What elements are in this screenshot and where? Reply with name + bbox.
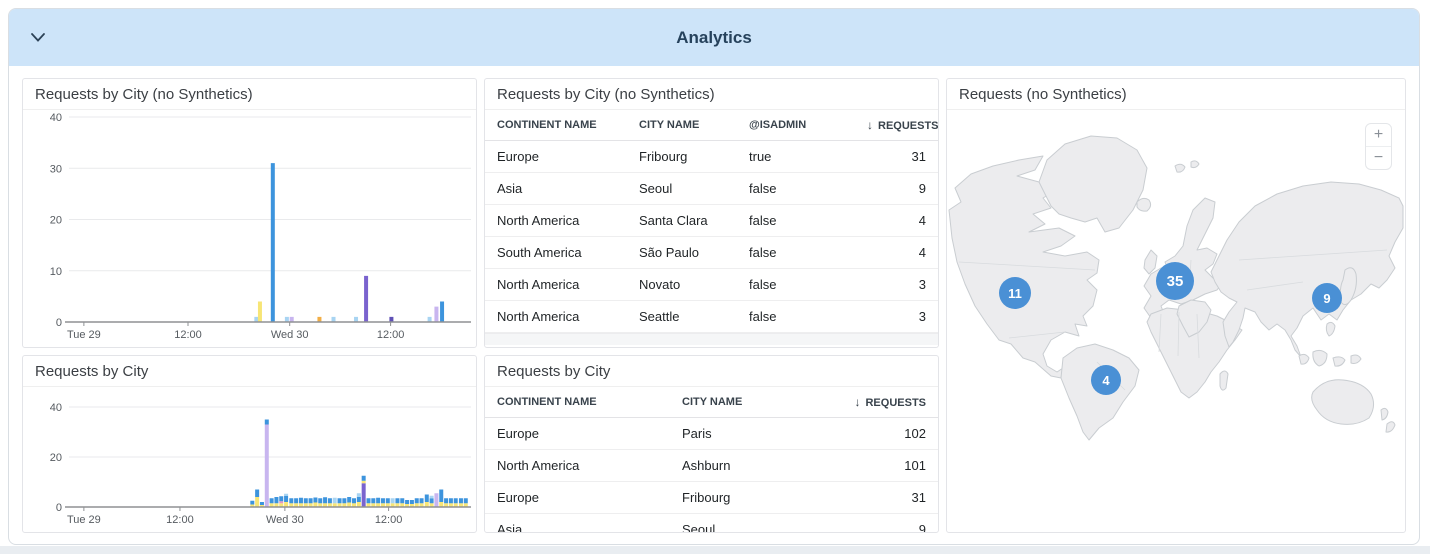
map-bubble[interactable]: 9 (1312, 283, 1342, 313)
map-bubble[interactable]: 11 (999, 277, 1031, 309)
panel-title: Requests by City (no Synthetics) (23, 79, 476, 110)
map-bubble[interactable]: 35 (1156, 262, 1194, 300)
panel-title: Requests by City (485, 356, 938, 387)
svg-text:35: 35 (1167, 273, 1184, 290)
svg-text:12:00: 12:00 (375, 514, 403, 526)
table-row[interactable]: Europe Fribourg true 31 (485, 141, 938, 173)
svg-text:40: 40 (50, 402, 62, 414)
panel-title: Requests (no Synthetics) (947, 79, 1405, 110)
svg-text:Wed 30: Wed 30 (271, 329, 309, 341)
column-header-city[interactable]: CITY NAME (627, 110, 737, 141)
table-scroll-hint (485, 333, 938, 345)
svg-text:Tue 29: Tue 29 (67, 514, 101, 526)
svg-text:9: 9 (1323, 291, 1330, 306)
column-header-requests-sorted[interactable]: ↓REQUESTS (855, 110, 938, 141)
svg-text:11: 11 (1008, 286, 1022, 301)
table-row[interactable]: Europe Paris 102 (485, 418, 938, 450)
svg-text:12:00: 12:00 (174, 329, 202, 341)
world-map-canvas[interactable]: 11 35 9 4 (947, 110, 1405, 530)
table-header-row: CONTINENT NAME CITY NAME @ISADMIN ↓REQUE… (485, 110, 938, 141)
panel-chart-requests-by-city: Requests by City 0 20 40 Tue 29 12:00 Wed 30 1… (22, 355, 477, 533)
svg-text:12:00: 12:00 (377, 329, 405, 341)
svg-text:30: 30 (50, 163, 62, 175)
svg-text:12:00: 12:00 (166, 514, 194, 526)
requests-table: CONTINENT NAME CITY NAME ↓REQUESTS Europ… (485, 387, 938, 533)
requests-table-no-synthetics: CONTINENT NAME CITY NAME @ISADMIN ↓REQUE… (485, 110, 938, 333)
column-header-continent[interactable]: CONTINENT NAME (485, 110, 627, 141)
svg-text:20: 20 (50, 215, 62, 227)
svg-text:20: 20 (50, 452, 62, 464)
dashboard-grid: Requests by City (no Synthetics) 0 10 20 30… (9, 66, 1419, 545)
table-row[interactable]: Europe Fribourg 31 (485, 482, 938, 514)
zoom-out-button[interactable]: − (1366, 146, 1391, 169)
page-title: Analytics (9, 28, 1419, 48)
table-row[interactable]: South America São Paulo false 4 (485, 237, 938, 269)
table-row[interactable]: Asia Seoul 9 (485, 514, 938, 534)
bar-chart-requests-by-city[interactable]: 0 20 40 Tue 29 12:00 Wed 30 12:00 (23, 387, 476, 531)
column-header-requests-sorted[interactable]: ↓REQUESTS (820, 387, 938, 418)
column-header-isadmin[interactable]: @ISADMIN (737, 110, 855, 141)
table-row[interactable]: North America Ashburn 101 (485, 450, 938, 482)
svg-text:4: 4 (1102, 373, 1110, 388)
table-header-row: CONTINENT NAME CITY NAME ↓REQUESTS (485, 387, 938, 418)
panel-title: Requests by City (no Synthetics) (485, 79, 938, 110)
column-header-continent[interactable]: CONTINENT NAME (485, 387, 670, 418)
sort-desc-icon: ↓ (867, 118, 873, 132)
svg-text:10: 10 (50, 266, 62, 278)
column-header-city[interactable]: CITY NAME (670, 387, 820, 418)
zoom-in-button[interactable]: + (1366, 124, 1391, 146)
svg-text:0: 0 (56, 317, 62, 329)
panel-chart-requests-by-city-no-synthetics: Requests by City (no Synthetics) 0 10 20 30… (22, 78, 477, 348)
analytics-widget: Analytics Requests by City (no Synthetic… (8, 8, 1420, 545)
world-map[interactable]: + − (947, 110, 1405, 530)
map-bubble[interactable]: 4 (1091, 365, 1121, 395)
svg-text:Tue 29: Tue 29 (67, 329, 101, 341)
table-row[interactable]: Asia Seoul false 9 (485, 173, 938, 205)
table-row[interactable]: North America Seattle false 3 (485, 301, 938, 333)
panel-table-requests-by-city-no-synthetics: Requests by City (no Synthetics) CONTINE… (484, 78, 939, 348)
bar-chart-no-synthetics[interactable]: 0 10 20 30 40 Tue 29 12:00 Wed 30 12:00 (23, 110, 476, 346)
svg-text:Wed 30: Wed 30 (266, 514, 304, 526)
sort-desc-icon: ↓ (854, 395, 860, 409)
table-row[interactable]: North America Novato false 3 (485, 269, 938, 301)
svg-text:0: 0 (56, 502, 62, 514)
panel-table-requests-by-city: Requests by City CONTINENT NAME CITY NAM… (484, 355, 939, 533)
svg-text:40: 40 (50, 112, 62, 124)
page-background-strip (0, 546, 1430, 554)
panel-title: Requests by City (23, 356, 476, 387)
chevron-down-icon[interactable] (27, 27, 49, 49)
analytics-header: Analytics (9, 9, 1419, 66)
map-zoom-control: + − (1365, 123, 1392, 170)
table-row[interactable]: North America Santa Clara false 4 (485, 205, 938, 237)
panel-map-requests-no-synthetics: Requests (no Synthetics) + − (946, 78, 1406, 533)
